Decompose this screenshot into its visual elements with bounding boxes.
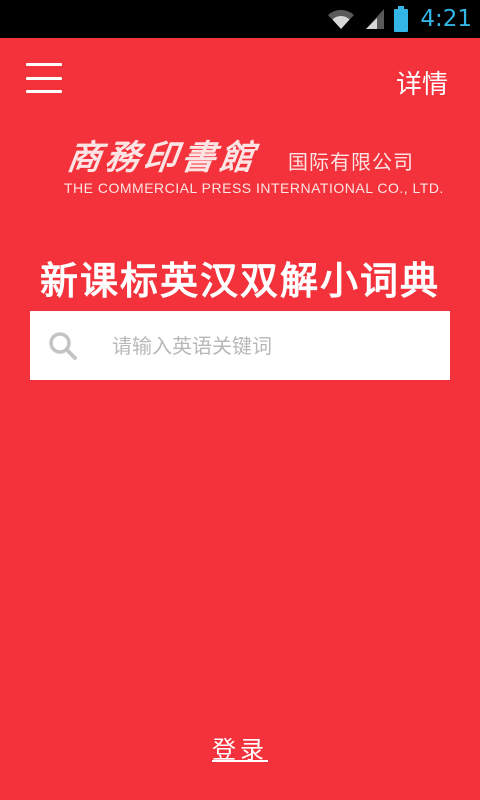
hamburger-menu-icon[interactable]	[26, 60, 62, 96]
commercial-press-logo: 商務印書館 国际有限公司 THE COMMERCIAL PRESS INTERN…	[60, 126, 443, 202]
status-icons: 4:21	[326, 0, 472, 38]
status-time: 4:21	[420, 6, 472, 32]
login-link[interactable]: 登录	[212, 736, 268, 764]
search-icon[interactable]	[48, 331, 78, 361]
logo-english-name: THE COMMERCIAL PRESS INTERNATIONAL CO., …	[64, 180, 444, 196]
status-bar: 4:21	[0, 0, 480, 38]
search-box[interactable]	[30, 311, 450, 380]
logo-chinese-name: 国际有限公司	[288, 150, 414, 174]
wifi-icon	[328, 9, 355, 29]
details-button[interactable]: 详情	[396, 64, 448, 101]
logo-calligraphy: 商務印書館	[64, 138, 261, 178]
app-title: 新课标英汉双解小词典	[39, 258, 440, 303]
app-bar: 详情	[0, 38, 480, 118]
battery-icon	[394, 6, 409, 32]
signal-icon	[366, 9, 385, 29]
search-input[interactable]	[112, 333, 412, 358]
login-area: 登录	[0, 730, 480, 765]
